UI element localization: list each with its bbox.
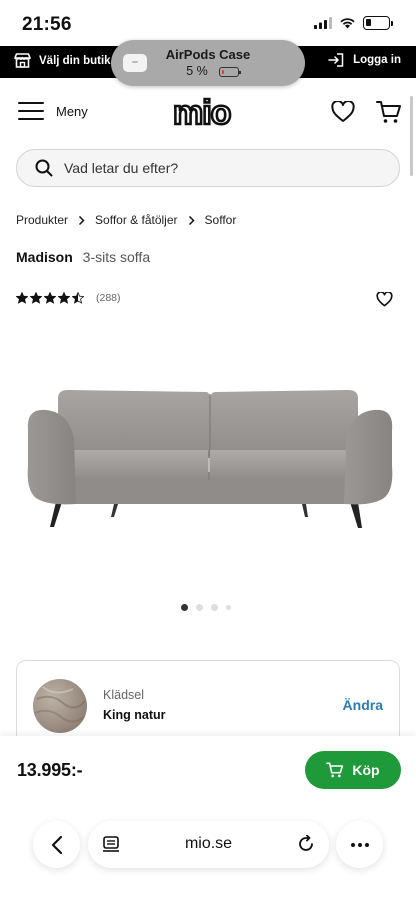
star-icon bbox=[30, 292, 42, 304]
search-placeholder: Vad letar du efter? bbox=[64, 160, 179, 176]
breadcrumb-item-sofas-armchairs[interactable]: Soffor & fåtöljer bbox=[95, 213, 178, 227]
wishlist-button[interactable] bbox=[331, 99, 355, 128]
star-icon bbox=[16, 292, 28, 304]
fabric-label: Klädsel bbox=[103, 688, 144, 702]
gallery-dot[interactable] bbox=[211, 604, 218, 611]
product-wishlist-button[interactable] bbox=[376, 291, 393, 312]
back-button[interactable] bbox=[33, 821, 80, 868]
address-bar[interactable]: mio.se bbox=[88, 821, 329, 868]
search-icon bbox=[35, 159, 53, 177]
logo-text: mio bbox=[173, 97, 231, 131]
buy-label: Köp bbox=[352, 762, 380, 778]
menu-label: Meny bbox=[56, 103, 88, 119]
browser-toolbar: mio.se bbox=[0, 808, 416, 900]
gallery-dot[interactable] bbox=[226, 605, 231, 610]
menu-button[interactable]: Meny bbox=[18, 102, 88, 120]
fabric-swatch bbox=[33, 679, 87, 733]
gallery-dot[interactable] bbox=[181, 604, 188, 611]
site-header: Meny mio bbox=[0, 78, 416, 148]
logo-mark: mio bbox=[172, 93, 233, 134]
mio-logo[interactable]: mio bbox=[172, 93, 244, 134]
chevron-left-icon bbox=[51, 835, 62, 854]
product-image[interactable] bbox=[18, 380, 402, 540]
dot bbox=[350, 842, 355, 847]
hamburger-icon bbox=[18, 102, 44, 120]
gallery-pagination[interactable] bbox=[181, 604, 231, 611]
gallery-dot[interactable] bbox=[196, 604, 203, 611]
dot bbox=[357, 842, 362, 847]
product-title: Madison 3-sits soffa bbox=[16, 249, 150, 265]
wifi-icon bbox=[340, 18, 355, 29]
status-time: 21:56 bbox=[22, 14, 72, 35]
more-options-button[interactable] bbox=[336, 821, 383, 868]
store-icon bbox=[14, 53, 31, 68]
chevron-right-icon bbox=[78, 215, 85, 226]
battery-icon bbox=[363, 16, 393, 30]
star-icon bbox=[72, 292, 84, 304]
low-battery-icon bbox=[219, 67, 241, 77]
signal-icon bbox=[314, 17, 332, 29]
store-label: Välj din butik bbox=[39, 54, 111, 67]
rating-count: (288) bbox=[96, 292, 121, 304]
sofa-image bbox=[27, 390, 393, 528]
buy-button[interactable]: Köp bbox=[305, 751, 401, 789]
chevron-right-icon bbox=[188, 215, 195, 226]
breadcrumb-item-sofas[interactable]: Soffor bbox=[205, 213, 237, 227]
breadcrumb: Produkter Soffor & fåtöljer Soffor bbox=[16, 213, 236, 227]
rating-stars bbox=[16, 292, 84, 304]
buy-bar: 13.995:- Köp bbox=[0, 736, 416, 808]
scrollbar[interactable] bbox=[410, 96, 413, 176]
url-text: mio.se bbox=[184, 835, 233, 852]
airpods-title: AirPods Case bbox=[165, 47, 251, 62]
dot bbox=[364, 842, 369, 847]
login-label: Logga in bbox=[353, 54, 401, 66]
search-input[interactable]: Vad letar du efter? bbox=[16, 149, 400, 187]
product-name: Madison bbox=[16, 249, 73, 265]
product-subtitle: 3-sits soffa bbox=[82, 249, 151, 265]
star-icon bbox=[58, 292, 70, 304]
status-icons bbox=[314, 16, 393, 30]
airpods-battery-text: 5 % bbox=[186, 64, 208, 78]
cart-button[interactable] bbox=[376, 100, 402, 129]
login-button[interactable]: Logga in bbox=[328, 53, 401, 67]
heart-icon bbox=[331, 99, 355, 122]
product-price: 13.995:- bbox=[17, 760, 83, 780]
login-icon bbox=[328, 53, 344, 67]
cart-icon bbox=[376, 101, 401, 123]
cart-icon bbox=[326, 762, 344, 778]
star-icon bbox=[44, 292, 56, 304]
choose-store-button[interactable]: Välj din butik bbox=[14, 53, 111, 68]
heart-icon bbox=[376, 291, 393, 307]
breadcrumb-item-products[interactable]: Produkter bbox=[16, 213, 68, 227]
product-rating[interactable]: (288) bbox=[16, 292, 121, 304]
fabric-value: King natur bbox=[103, 708, 166, 722]
reload-icon[interactable] bbox=[297, 835, 315, 853]
change-fabric-button[interactable]: Ändra bbox=[343, 697, 383, 713]
